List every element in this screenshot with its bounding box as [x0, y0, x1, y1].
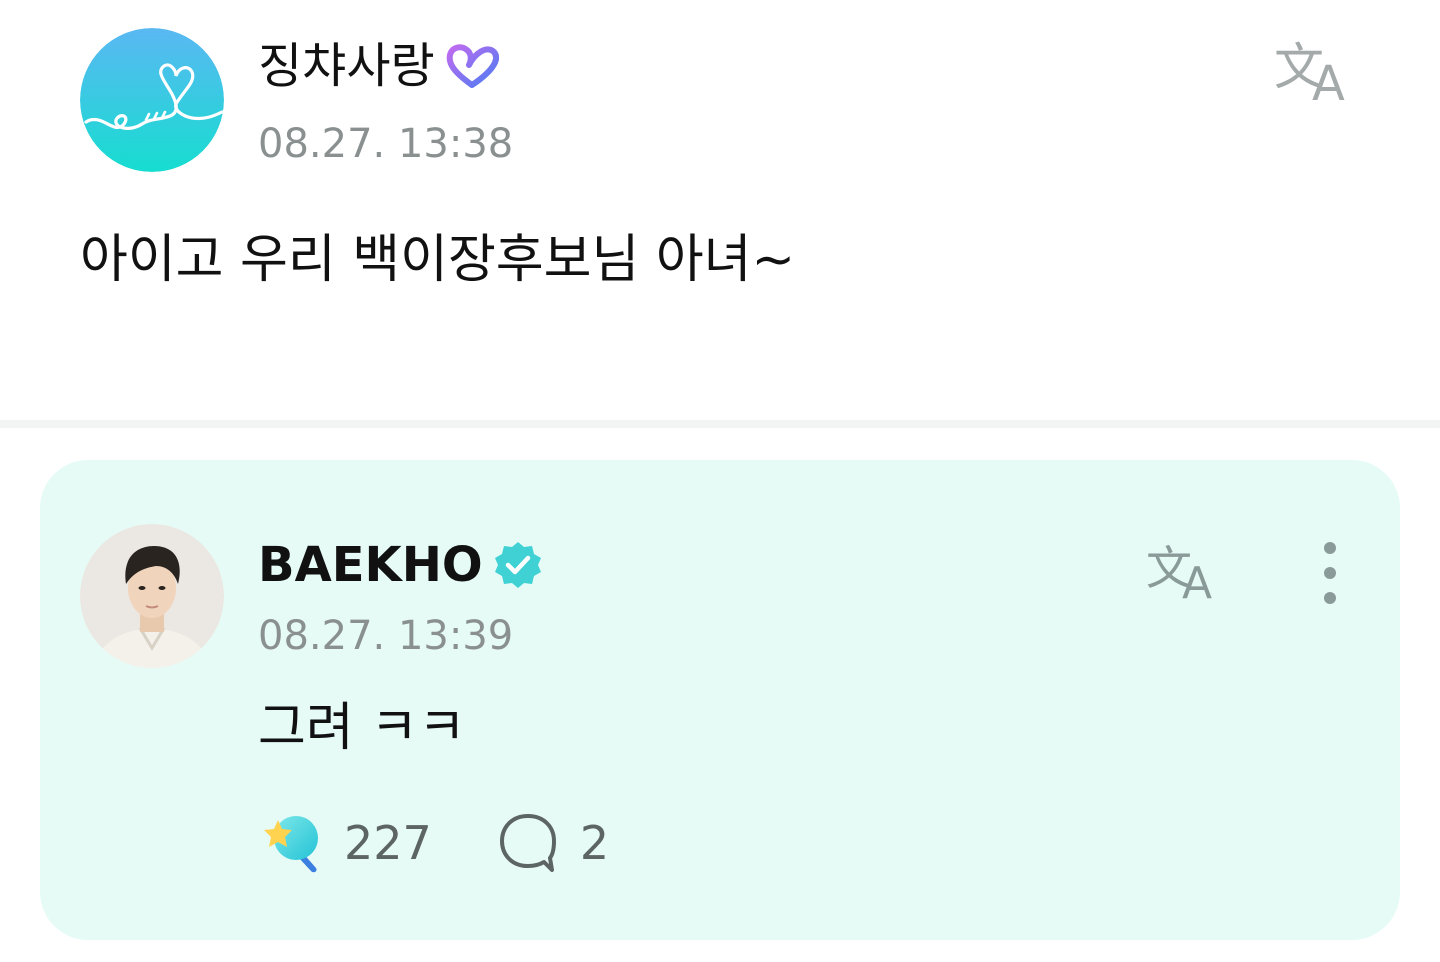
like-button[interactable]: 227: [258, 812, 432, 874]
comment-count: 2: [579, 816, 610, 870]
comment-button[interactable]: 2: [498, 812, 609, 874]
svg-text:A: A: [1182, 558, 1212, 600]
fan-username-text: 징챠사랑: [258, 38, 435, 94]
comment-bubble-icon: [499, 814, 556, 872]
fan-translate-button[interactable]: 文 A: [1274, 36, 1362, 112]
star-wand-like-icon: [264, 816, 318, 873]
artist-avatar[interactable]: [80, 524, 224, 668]
comment-thread: 징챠사랑 08.27. 13:38 文 A 아이고 우리 백이장후보님 아녀~: [0, 0, 1440, 962]
profile-photo-icon: [80, 524, 224, 668]
more-vertical-icon: [1324, 542, 1336, 604]
artist-reply-card: BAEKHO 08.27. 13:39 文 A 그려 ㅋㅋ 227 2: [40, 460, 1400, 940]
artist-reply-timestamp: 08.27. 13:39: [258, 613, 514, 659]
translate-icon: 文 A: [1146, 541, 1212, 609]
fan-post-timestamp: 08.27. 13:38: [258, 121, 514, 167]
heart-string-logo-icon: [80, 28, 224, 172]
fan-post: 징챠사랑 08.27. 13:38 文 A 아이고 우리 백이장후보님 아녀~: [0, 0, 1440, 420]
svg-text:A: A: [1312, 56, 1345, 102]
artist-username[interactable]: BAEKHO: [258, 540, 543, 590]
purple-heart-badge-icon: [446, 44, 499, 88]
fan-username[interactable]: 징챠사랑: [258, 42, 499, 90]
section-divider: [0, 420, 1440, 428]
verified-badge-icon: [494, 542, 541, 588]
artist-reply-content: 그려 ㅋㅋ: [258, 698, 466, 758]
fan-post-content: 아이고 우리 백이장후보님 아녀~: [80, 230, 796, 290]
artist-translate-button[interactable]: 文 A: [1146, 538, 1228, 609]
like-count: 227: [344, 816, 432, 870]
fan-avatar[interactable]: [80, 28, 224, 172]
reaction-bar: 227 2: [258, 810, 609, 876]
artist-username-text: BAEKHO: [258, 537, 483, 593]
translate-icon: 文 A: [1274, 38, 1345, 112]
more-options-button[interactable]: [1310, 540, 1350, 606]
